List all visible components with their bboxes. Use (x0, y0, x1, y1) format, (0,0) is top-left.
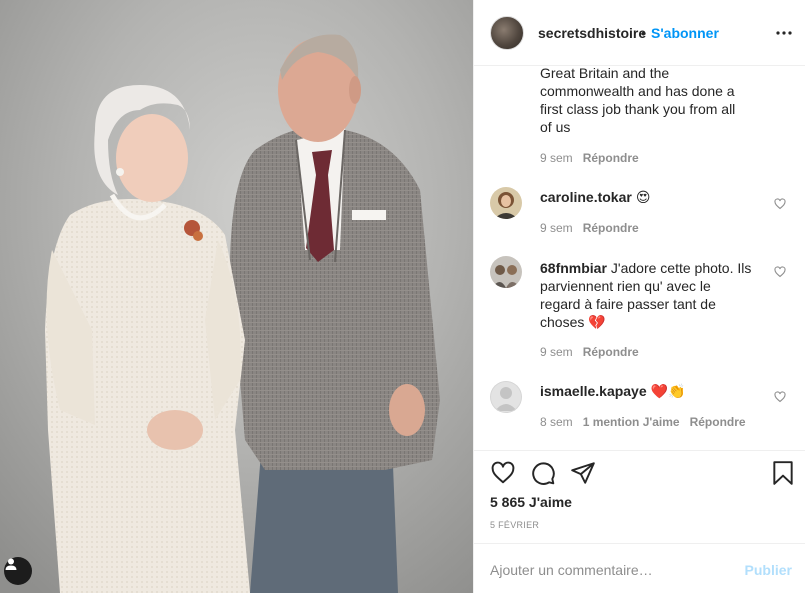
comments-list[interactable]: Great Britain and the commonwealth and h… (474, 67, 805, 450)
avatar[interactable] (490, 16, 524, 50)
comment-time[interactable]: 9 sem (540, 221, 573, 235)
comment-like-icon[interactable] (774, 265, 788, 279)
paper-plane-icon[interactable] (570, 460, 596, 486)
comment-text: caroline.tokar 😍 (540, 189, 651, 205)
add-comment-bar: Publier (474, 543, 805, 593)
post-author-username[interactable]: secretsdhistoire (538, 25, 646, 41)
comment-text: 68fnmbiar J'adore cette photo. Ils parvie… (540, 260, 752, 330)
reply-button[interactable]: Répondre (583, 151, 639, 165)
post-header: secretsdhistoire • S'abonner (474, 0, 805, 66)
publish-button[interactable]: Publier (745, 562, 792, 578)
comment-time[interactable]: 8 sem (540, 415, 573, 429)
comment-meta: 9 sem Répondre (540, 151, 649, 165)
separator-dot: • (641, 25, 646, 41)
comment-meta: 8 sem 1 mention J'aime Répondre (540, 415, 756, 429)
comment-icon[interactable] (530, 460, 556, 486)
follow-button[interactable]: S'abonner (651, 25, 719, 41)
comment-username[interactable]: caroline.tokar (540, 189, 632, 205)
heart-icon[interactable] (490, 460, 516, 486)
reply-button[interactable]: Répondre (583, 221, 639, 235)
post-side-panel: secretsdhistoire • S'abonner Great Brita… (473, 0, 805, 593)
avatar[interactable] (490, 256, 522, 288)
comment-text: Great Britain and the commonwealth and h… (540, 67, 736, 135)
person-tag-icon[interactable] (4, 557, 32, 585)
photo-illustration (0, 0, 473, 593)
reply-button[interactable]: Répondre (690, 415, 746, 429)
bookmark-icon[interactable] (770, 460, 796, 486)
avatar[interactable] (490, 187, 522, 219)
avatar[interactable] (490, 381, 522, 413)
post-photo[interactable] (0, 0, 473, 593)
comment-like-icon[interactable] (774, 390, 788, 404)
comment-likes-count[interactable]: 1 mention J'aime (583, 415, 680, 429)
comment-input[interactable] (490, 560, 720, 580)
comment-username[interactable]: ismaelle.kapaye (540, 383, 647, 399)
comment-time[interactable]: 9 sem (540, 151, 573, 165)
comment-text: ismaelle.kapaye ❤️👏 (540, 383, 686, 399)
more-options-icon[interactable] (774, 23, 794, 43)
comment-like-icon[interactable] (774, 197, 788, 211)
reply-button[interactable]: Répondre (583, 345, 639, 359)
comment-meta: 9 sem Répondre (540, 345, 649, 359)
comment-username[interactable]: 68fnmbiar (540, 260, 607, 276)
comment-time[interactable]: 9 sem (540, 345, 573, 359)
comment-meta: 9 sem Répondre (540, 221, 649, 235)
likes-count[interactable]: 5 865 J'aime (490, 494, 572, 510)
post-date[interactable]: 5 FÉVRIER (490, 520, 539, 530)
